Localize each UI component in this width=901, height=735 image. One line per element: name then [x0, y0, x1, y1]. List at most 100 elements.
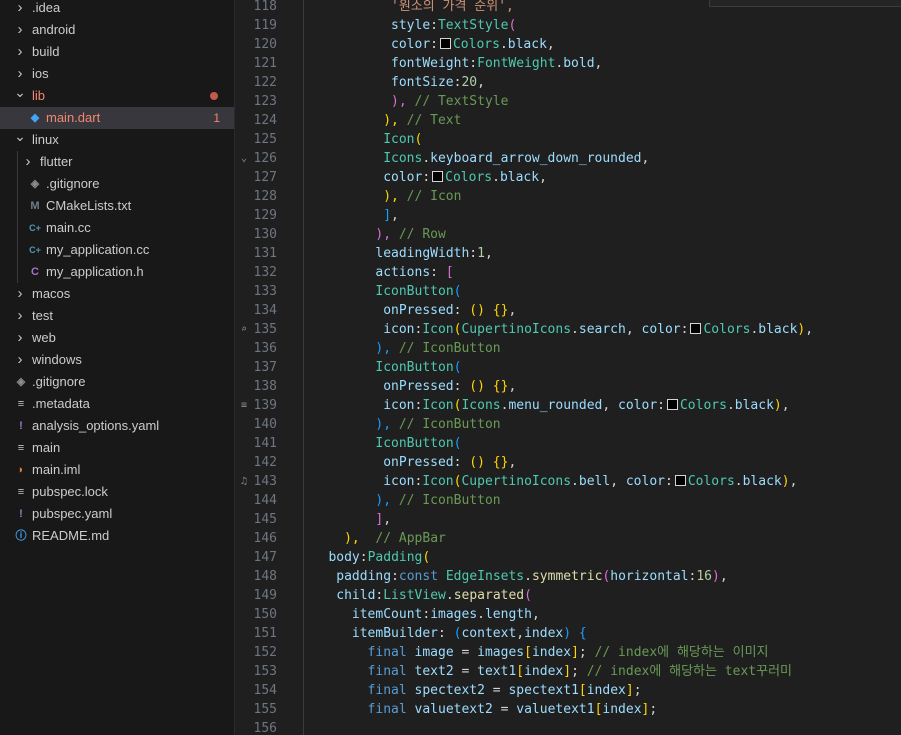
color-swatch-icon[interactable]: [666, 399, 678, 410]
line-number: 152: [253, 645, 277, 660]
tree-folder-android[interactable]: › android: [0, 19, 234, 41]
tree-file-gitignore[interactable]: ◈ .gitignore: [0, 371, 234, 393]
code-line[interactable]: 153 final text2 = text1[index]; // index에…: [235, 662, 901, 681]
line-number: 145: [253, 512, 277, 527]
code-line[interactable]: ⌄ 126 Icons.keyboard_arrow_down_rounded,: [235, 149, 901, 168]
yaml-file-icon: !: [19, 420, 23, 432]
line-number: 126: [253, 151, 277, 166]
tree-file-metadata[interactable]: ≡ .metadata: [0, 393, 234, 415]
tree-folder-test[interactable]: › test: [0, 305, 234, 327]
color-swatch-icon[interactable]: [432, 171, 444, 182]
code-line[interactable]: ♫ 143 icon:Icon(CupertinoIcons.bell, color…: [235, 472, 901, 491]
code-line[interactable]: 131 leadingWidth:1,: [235, 244, 901, 263]
code-line[interactable]: 125 Icon(: [235, 130, 901, 149]
line-number: 139: [253, 398, 277, 413]
code-line[interactable]: 137 IconButton(: [235, 358, 901, 377]
line-number: 129: [253, 208, 277, 223]
code-text: final text2 = text1[index]; // index에 해당…: [367, 664, 792, 679]
code-line[interactable]: 149 child:ListView.separated(: [235, 586, 901, 605]
tree-file-pubspec-yaml[interactable]: ! pubspec.yaml: [0, 503, 234, 525]
tree-folder-windows[interactable]: › windows: [0, 349, 234, 371]
c-header-file-icon: C: [31, 266, 39, 278]
code-line[interactable]: 155 final valuetext2 = valuetext1[index];: [235, 700, 901, 719]
code-editor[interactable]: 118 '원소의 가격 순위', 119 style:TextStyle(120 col…: [235, 0, 901, 735]
tree-file-gitignore[interactable]: ◈ .gitignore: [0, 173, 234, 195]
code-line[interactable]: 138 onPressed: () {},: [235, 377, 901, 396]
line-number: 133: [253, 284, 277, 299]
code-line[interactable]: 133 IconButton(: [235, 282, 901, 301]
code-line[interactable]: 119 style:TextStyle(: [235, 16, 901, 35]
code-line[interactable]: 136), // IconButton: [235, 339, 901, 358]
line-number: 121: [253, 56, 277, 71]
code-line[interactable]: 147 body:Padding(: [235, 548, 901, 567]
chevron-right-icon: ›: [17, 0, 23, 16]
tree-folder-web[interactable]: › web: [0, 327, 234, 349]
tree-folder-idea[interactable]: › .idea: [0, 0, 234, 19]
tree-file-main[interactable]: ≡ main: [0, 437, 234, 459]
line-number: 135: [253, 322, 277, 337]
code-line[interactable]: 150 itemCount:images.length,: [235, 605, 901, 624]
tree-folder-ios[interactable]: › ios: [0, 63, 234, 85]
code-text: ), // Row: [375, 227, 446, 242]
cmake-file-icon: M: [30, 200, 40, 212]
code-line[interactable]: 141 IconButton(: [235, 434, 901, 453]
tree-file-main-cc[interactable]: C+ main.cc: [0, 217, 234, 239]
code-line[interactable]: 156: [235, 719, 901, 735]
line-number: 141: [253, 436, 277, 451]
code-text: icon:Icon(CupertinoIcons.search, color: C…: [383, 322, 814, 337]
line-number: 151: [253, 626, 277, 641]
code-line[interactable]: 134 onPressed: () {},: [235, 301, 901, 320]
code-line[interactable]: 122 fontSize:20,: [235, 73, 901, 92]
tree-file-pubspec-lock[interactable]: ≡ pubspec.lock: [0, 481, 234, 503]
code-line[interactable]: 123), // TextStyle: [235, 92, 901, 111]
tree-file-main-dart[interactable]: ◆ main.dart 1: [0, 107, 234, 129]
tree-item-label: ios: [32, 66, 49, 81]
tree-folder-flutter[interactable]: › flutter: [0, 151, 234, 173]
tree-item-label: my_application.h: [46, 264, 144, 279]
code-line[interactable]: 146), // AppBar: [235, 529, 901, 548]
tree-file-analysis-options-yaml[interactable]: ! analysis_options.yaml: [0, 415, 234, 437]
code-line[interactable]: 118 '원소의 가격 순위',: [235, 0, 901, 16]
tree-folder-build[interactable]: › build: [0, 41, 234, 63]
tree-file-main-iml[interactable]: ◗ main.iml: [0, 459, 234, 481]
code-line[interactable]: 120 color: Colors.black,: [235, 35, 901, 54]
code-line[interactable]: ≡ 139 icon:Icon(Icons.menu_rounded, color:…: [235, 396, 901, 415]
tree-file-cmakelists-txt[interactable]: M CMakeLists.txt: [0, 195, 234, 217]
code-text: child:ListView.separated(: [336, 588, 532, 603]
code-line[interactable]: 129],: [235, 206, 901, 225]
code-line[interactable]: 128), // Icon: [235, 187, 901, 206]
tree-item-label: android: [32, 22, 76, 37]
code-line[interactable]: 142 onPressed: () {},: [235, 453, 901, 472]
tree-file-my-application-h[interactable]: Cmy_application.h: [0, 261, 234, 283]
tree-item-label: pubspec.lock: [32, 484, 108, 499]
color-swatch-icon[interactable]: [674, 475, 686, 486]
tree-item-label: .gitignore: [32, 374, 86, 389]
code-line[interactable]: 154 final spectext2 = spectext1[index];: [235, 681, 901, 700]
tree-folder-linux[interactable]: ⌄ linux: [0, 128, 234, 151]
chevron-right-icon: ›: [17, 285, 23, 302]
code-text: IconButton(: [375, 284, 462, 299]
tree-file-my-application-cc[interactable]: C+ my_application.cc: [0, 239, 234, 261]
code-line[interactable]: 152 final image = images[index]; // index…: [235, 643, 901, 662]
line-number: 137: [253, 360, 277, 375]
code-line[interactable]: 140), // IconButton: [235, 415, 901, 434]
code-line[interactable]: 127 color: Colors.black,: [235, 168, 901, 187]
code-line[interactable]: 148 padding:const EdgeInsets.symmetric(ho…: [235, 567, 901, 586]
code-line[interactable]: ⌕ 135 icon:Icon(CupertinoIcons.search, col…: [235, 320, 901, 339]
tree-folder-lib[interactable]: ⌄ lib: [0, 84, 234, 107]
yaml-file-icon: !: [19, 508, 23, 520]
chevron-down-icon: ⌄: [14, 84, 26, 100]
code-line[interactable]: 130), // Row: [235, 225, 901, 244]
tree-file-readme-md[interactable]: ⓘ README.md: [0, 525, 234, 547]
chevron-down-icon: ⌄: [14, 128, 26, 144]
code-line[interactable]: 145],: [235, 510, 901, 529]
color-swatch-icon[interactable]: [439, 38, 451, 49]
code-line[interactable]: 121 fontWeight:FontWeight.bold,: [235, 54, 901, 73]
tree-folder-macos[interactable]: › macos: [0, 283, 234, 305]
text-file-icon: ≡: [17, 398, 25, 410]
color-swatch-icon[interactable]: [690, 323, 702, 334]
code-line[interactable]: 132 actions: [: [235, 263, 901, 282]
code-line[interactable]: 124), // Text: [235, 111, 901, 130]
code-line[interactable]: 144), // IconButton: [235, 491, 901, 510]
code-line[interactable]: 151 itemBuilder: (context,index) {: [235, 624, 901, 643]
